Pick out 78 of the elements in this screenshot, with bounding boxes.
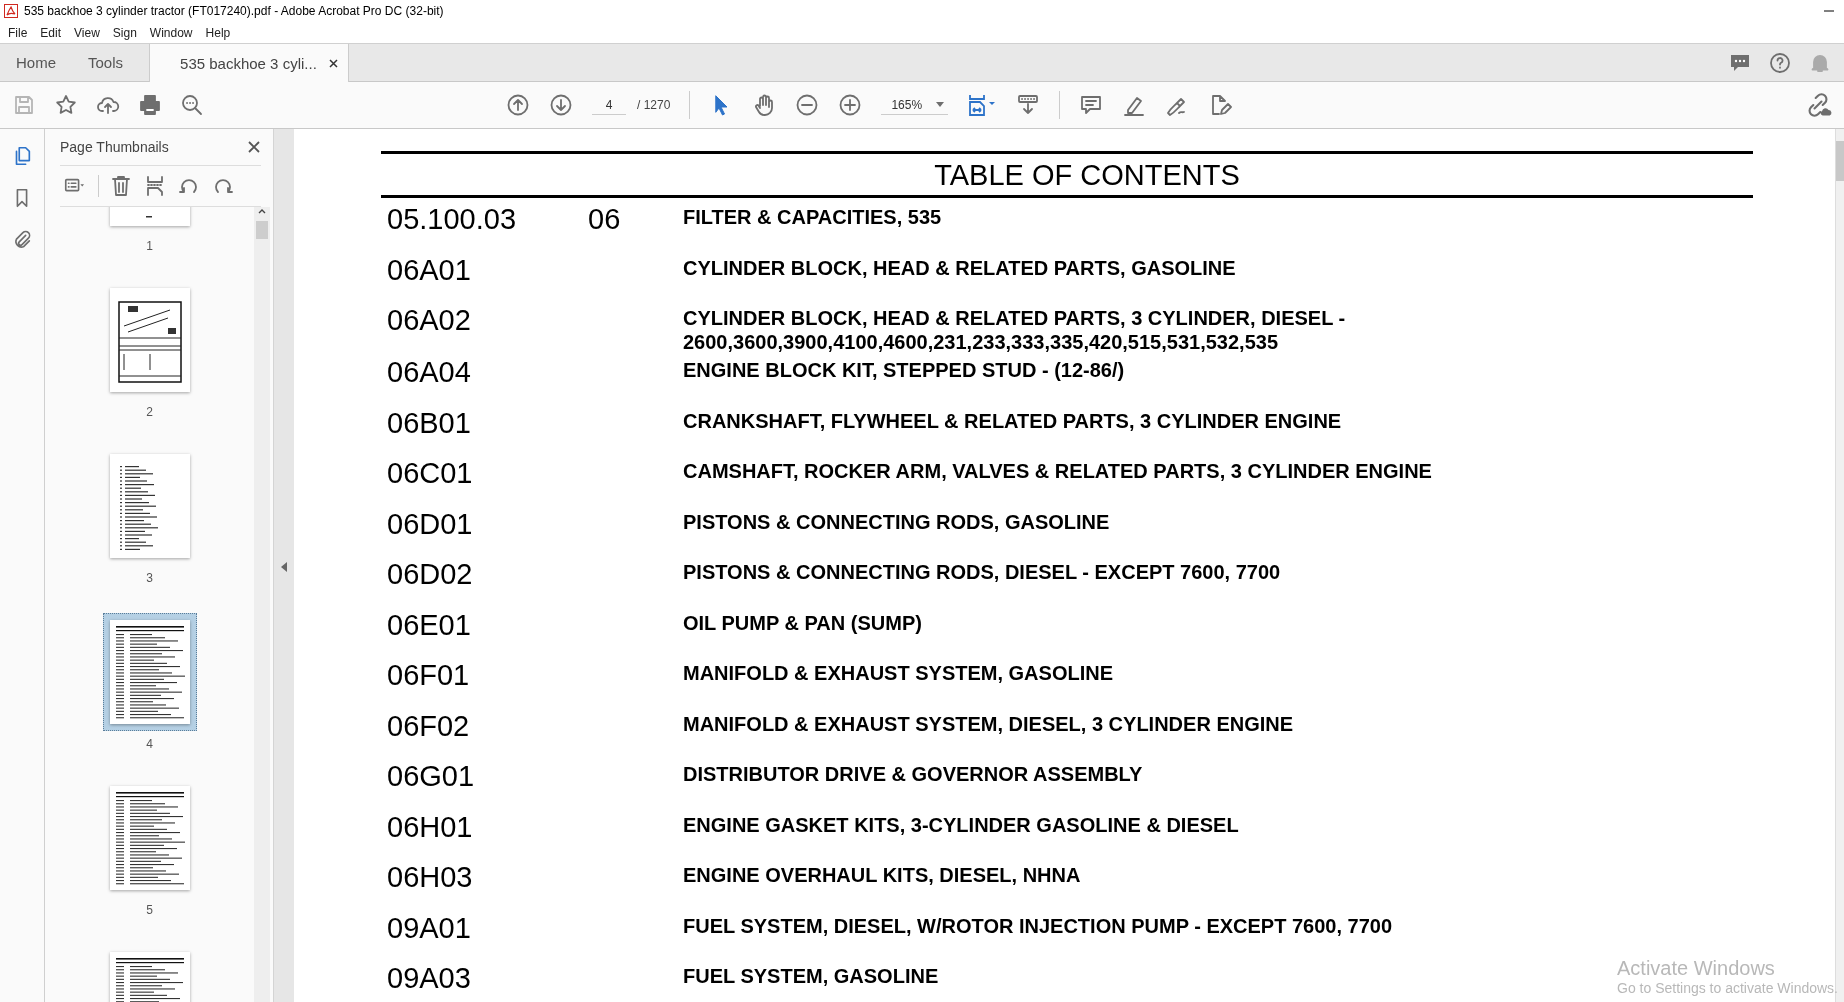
scroll-thumb[interactable] — [1836, 141, 1844, 181]
help-icon[interactable] — [1768, 50, 1792, 75]
section-code: 05.100.03 — [386, 202, 517, 237]
window-title: 535 backhoe 3 cylinder tractor (FT017240).pdf - Adobe Acrobat Pro DC (32-bit) — [24, 4, 444, 18]
section-title: OIL PUMP & PAN (SUMP) — [683, 610, 922, 635]
menu-item[interactable]: Edit — [40, 25, 62, 40]
section-code: 06A02 — [386, 303, 472, 338]
comment-icon[interactable] — [1079, 93, 1104, 117]
section-code: 06A01 — [386, 252, 472, 288]
section-title: FUEL SYSTEM, DIESEL, W/ROTOR INJECTION PUMP - EXCEPT 7600, 7700 — [683, 913, 1393, 938]
section-code: 06E01 — [386, 607, 472, 643]
section-title: CYLINDER BLOCK, HEAD & RELATED PARTS, 3 CYLINDER, DIESEL - — [683, 306, 1346, 330]
section-code: 06F01 — [386, 658, 471, 693]
section-code: 06H01 — [386, 809, 474, 845]
app-icon — [4, 4, 18, 18]
scrollbar[interactable] — [1835, 129, 1844, 1002]
activation-notice-text: Go to Settings to activate Windows. — [1617, 980, 1838, 996]
activation-notice-title: Activate Windows — [1617, 957, 1776, 980]
page-number: 4 — [146, 737, 153, 751]
section-code: 09A01 — [386, 910, 472, 946]
caret-icon[interactable] — [936, 102, 945, 107]
print-icon[interactable] — [138, 93, 162, 117]
page-thumbnail[interactable] — [102, 613, 197, 731]
section-title: PISTONS & CONNECTING RODS, DIESEL - EXCEPT 7600, 7700 — [683, 560, 1281, 584]
trash-icon[interactable] — [109, 174, 133, 198]
section-code: 06C01 — [386, 456, 474, 491]
section-code: 06B01 — [386, 405, 472, 441]
zoom-field[interactable]: 165% — [881, 95, 949, 115]
scroll-mode-icon[interactable] — [1016, 93, 1041, 117]
section-code: 06G01 — [386, 759, 476, 794]
section-title: ENGINE OVERHAUL KITS, DIESEL, NHNA — [683, 863, 1081, 887]
star-icon[interactable] — [54, 93, 78, 117]
tab[interactable]: Tools — [72, 44, 140, 81]
section-title: ENGINE BLOCK KIT, STEPPED STUD - (12-86/) — [683, 358, 1125, 382]
scroll-thumb[interactable] — [256, 221, 268, 239]
section-code: 06D02 — [386, 557, 474, 592]
next-page-icon[interactable] — [549, 93, 573, 117]
page-number: 1 — [146, 239, 153, 253]
section-title: ENGINE GASKET KITS, 3-CYLINDER GASOLINE & DIESEL — [683, 812, 1239, 837]
section-title: MANIFOLD & EXHAUST SYSTEM, DIESEL, 3 CYLINDER ENGINE — [683, 711, 1294, 736]
tab[interactable]: 535 backhoe 3 cyli... — [149, 44, 349, 82]
page-number: 5 — [146, 903, 153, 917]
fit-page-icon[interactable] — [967, 93, 998, 117]
section-code: 09A03 — [386, 961, 472, 996]
menu-item[interactable]: Sign — [112, 25, 137, 40]
panel-title: Page Thumbnails — [60, 139, 169, 155]
section-title: CAMSHAFT, ROCKER ARM, VALVES & RELATED PARTS, 3 CYLINDER ENGINE — [683, 459, 1432, 483]
page-number: 2 — [146, 405, 153, 419]
menu-item[interactable]: View — [74, 25, 100, 40]
close-icon[interactable] — [328, 58, 338, 68]
section-title: FUEL SYSTEM, GASOLINE — [683, 964, 939, 988]
collapse-arrow-icon[interactable] — [280, 561, 288, 572]
section-title: DISTRIBUTOR DRIVE & GOVERNOR ASSEMBLY — [683, 762, 1143, 786]
section-title: 2600,3600,3900,4100,4600,231,233,333,335,420,515,531,532,535 — [683, 330, 1279, 354]
section-title: FILTER & CAPACITIES, 535 — [683, 205, 942, 229]
section-code: 06D01 — [386, 506, 474, 542]
menu-item[interactable]: Window — [149, 25, 193, 40]
zoom-in-icon[interactable] — [838, 93, 863, 117]
section-number: 06 — [587, 202, 622, 237]
document-title: TABLE OF CONTENTS — [933, 158, 1241, 193]
page-count: / 1270 — [637, 98, 671, 112]
scrollbar[interactable] — [254, 207, 270, 1002]
section-title: CYLINDER BLOCK, HEAD & RELATED PARTS, GASOLINE — [683, 255, 1236, 280]
section-code: 06H03 — [386, 860, 474, 895]
zoom-search-icon[interactable] — [180, 93, 204, 117]
section-code: 06A04 — [386, 355, 472, 390]
menu-item[interactable]: Help — [205, 25, 231, 40]
page-number: 3 — [146, 571, 153, 585]
section-title: PISTONS & CONNECTING RODS, GASOLINE — [683, 509, 1110, 534]
previous-page-icon[interactable] — [506, 93, 530, 117]
page-number-field[interactable]: 4 — [592, 95, 626, 115]
section-title: CRANKSHAFT, FLYWHEEL & RELATED PARTS, 3 CYLINDER ENGINE — [683, 408, 1342, 433]
section-title: MANIFOLD & EXHAUST SYSTEM, GASOLINE — [683, 661, 1114, 685]
section-code: 06F02 — [386, 708, 471, 744]
tab[interactable]: Home — [0, 44, 72, 81]
menu-item[interactable]: File — [8, 25, 28, 40]
close-icon[interactable] — [247, 140, 261, 154]
zoom-out-icon[interactable] — [795, 93, 820, 117]
